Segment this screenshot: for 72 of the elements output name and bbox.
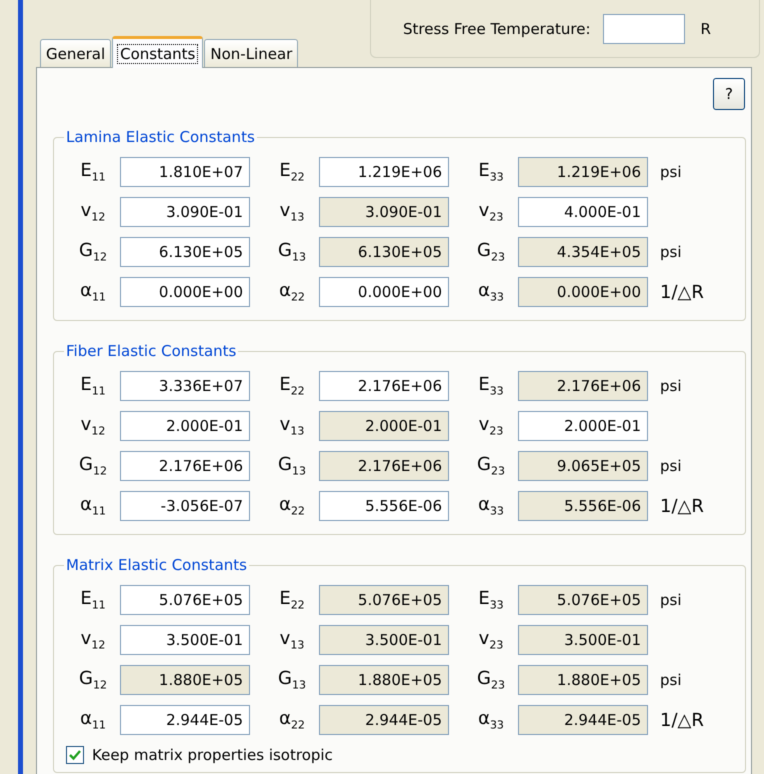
temperature-label: Stress Free Temperature: (403, 20, 591, 38)
symbol-label: E$_{33}$ (477, 160, 505, 184)
unit-label: psi (660, 377, 682, 395)
value-field[interactable]: 6.130E+05 (120, 237, 250, 267)
symbol-label: v$_{23}$ (478, 200, 504, 224)
symbol-label: v$_{23}$ (478, 628, 504, 652)
symbol-label: G$_{13}$ (277, 240, 307, 264)
unit-label: psi (660, 243, 682, 261)
value-field[interactable]: 2.000E-01 (120, 411, 250, 441)
symbol-label: v$_{23}$ (478, 414, 504, 438)
unit-label: 1/△R (660, 496, 704, 516)
value-field[interactable]: 4.000E-01 (518, 197, 648, 227)
symbol-label: α$_{11}$ (79, 494, 107, 518)
symbol-label: v$_{12}$ (80, 628, 106, 652)
unit-label: 1/△R (660, 282, 704, 302)
symbol-label: G$_{12}$ (78, 454, 108, 478)
unit-label: psi (660, 671, 682, 689)
value-field[interactable]: 2.944E-05 (120, 705, 250, 735)
check-icon (69, 749, 81, 761)
symbol-label: G$_{13}$ (277, 454, 307, 478)
unit-label: psi (660, 457, 682, 475)
symbol-label: α$_{33}$ (477, 708, 505, 732)
symbol-label: α$_{33}$ (477, 494, 505, 518)
tab[interactable]: Non-Linear (204, 39, 298, 67)
value-field[interactable]: 5.076E+05 (120, 585, 250, 615)
symbol-label: α$_{22}$ (278, 708, 306, 732)
symbol-label: E$_{33}$ (477, 588, 505, 612)
symbol-label: v$_{13}$ (278, 200, 306, 224)
value-field[interactable]: 2.176E+06 (120, 451, 250, 481)
symbol-label: G$_{23}$ (476, 454, 506, 478)
symbol-label: v$_{12}$ (80, 414, 106, 438)
symbol-label: E$_{22}$ (278, 588, 306, 612)
temperature-field[interactable] (602, 14, 685, 44)
value-field[interactable]: 3.090E-01 (120, 197, 250, 227)
symbol-label: α$_{33}$ (477, 280, 505, 304)
value-field[interactable]: 0.000E+00 (319, 277, 449, 307)
unit-label: 1/△R (660, 710, 704, 730)
symbol-label: E$_{11}$ (79, 374, 107, 398)
checkbox[interactable] (66, 746, 84, 764)
value-field[interactable]: 2.000E-01 (518, 411, 648, 441)
symbol-label: E$_{11}$ (79, 160, 107, 184)
symbol-label: α$_{11}$ (79, 708, 107, 732)
symbol-label: v$_{13}$ (278, 414, 306, 438)
symbol-label: G$_{23}$ (476, 668, 506, 692)
value-field[interactable]: 1.219E+06 (319, 157, 449, 187)
symbol-label: G$_{12}$ (78, 240, 108, 264)
value-field[interactable]: 3.500E-01 (120, 625, 250, 655)
help-button[interactable]: ? (713, 78, 745, 110)
symbol-label: v$_{12}$ (80, 200, 106, 224)
value-field[interactable]: 1.810E+07 (120, 157, 250, 187)
symbol-label: α$_{22}$ (278, 280, 306, 304)
unit-label: psi (660, 591, 682, 609)
symbol-label: α$_{11}$ (79, 280, 107, 304)
value-field[interactable]: 3.336E+07 (120, 371, 250, 401)
symbol-label: G$_{23}$ (476, 240, 506, 264)
symbol-label: G$_{12}$ (78, 668, 108, 692)
value-field[interactable]: 0.000E+00 (120, 277, 250, 307)
tab[interactable]: Constants (112, 36, 204, 68)
symbol-label: v$_{13}$ (278, 628, 306, 652)
tab[interactable]: General (40, 39, 112, 67)
value-field[interactable]: 5.556E-06 (319, 491, 449, 521)
symbol-label: E$_{22}$ (278, 374, 306, 398)
checkbox-label: Keep matrix properties isotropic (92, 746, 333, 764)
value-field[interactable]: 2.176E+06 (319, 371, 449, 401)
symbol-label: E$_{22}$ (278, 160, 306, 184)
symbol-label: E$_{11}$ (79, 588, 107, 612)
symbol-label: E$_{33}$ (477, 374, 505, 398)
value-field[interactable]: -3.056E-07 (120, 491, 250, 521)
symbol-label: α$_{22}$ (278, 494, 306, 518)
temperature-unit: R (700, 20, 711, 38)
unit-label: psi (660, 163, 682, 181)
symbol-label: G$_{13}$ (277, 668, 307, 692)
